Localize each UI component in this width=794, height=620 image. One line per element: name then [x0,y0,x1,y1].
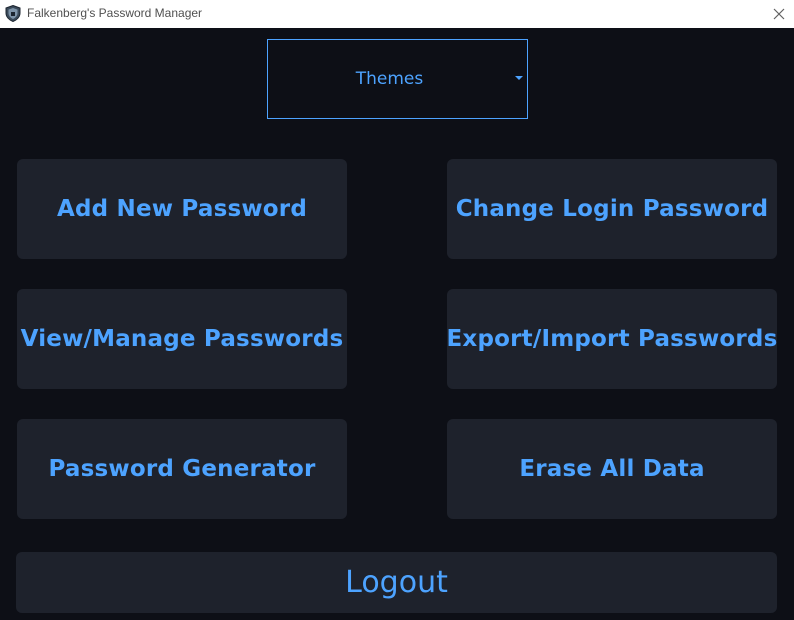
erase-all-data-button[interactable]: Erase All Data [447,419,777,519]
themes-dropdown[interactable]: Themes [267,39,528,119]
password-generator-button[interactable]: Password Generator [17,419,347,519]
close-button[interactable] [769,4,789,24]
themes-dropdown-value: Themes [355,69,424,89]
export-import-passwords-button[interactable]: Export/Import Passwords [447,289,777,389]
change-login-password-button[interactable]: Change Login Password [447,159,777,259]
window-title: Falkenberg's Password Manager [27,6,203,20]
add-new-password-button[interactable]: Add New Password [17,159,347,259]
shield-icon [5,5,21,22]
view-manage-passwords-button[interactable]: View/Manage Passwords [17,289,347,389]
title-bar: Falkenberg's Password Manager [0,0,794,28]
logout-button[interactable]: Logout [16,552,777,613]
caret-down-icon[interactable] [515,76,523,80]
main-panel: Themes Add New Password Change Login Pas… [0,28,794,620]
close-icon[interactable] [773,8,785,20]
